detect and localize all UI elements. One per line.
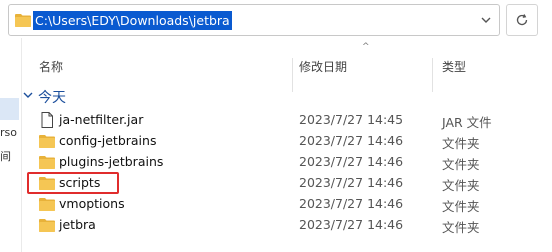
- file-row[interactable]: config-jetbrains 2023/7/27 14:46 文件夹: [22, 131, 552, 152]
- column-name[interactable]: 名称: [39, 58, 63, 75]
- highlight-box: [27, 172, 119, 194]
- file-date: 2023/7/27 14:46: [299, 133, 404, 148]
- file-type: 文件夹: [442, 136, 480, 151]
- address-path[interactable]: C:\Users\EDY\Downloads\jetbra: [33, 11, 232, 30]
- column-divider[interactable]: [292, 58, 293, 92]
- folder-icon: [15, 13, 31, 30]
- file-row[interactable]: jetbra 2023/7/27 14:46 文件夹: [22, 215, 552, 236]
- file-name[interactable]: ja-netfilter.jar: [59, 112, 143, 127]
- refresh-icon: [516, 14, 528, 26]
- file-name[interactable]: plugins-jetbrains: [59, 154, 163, 169]
- nav-item-fragment[interactable]: rso: [0, 126, 17, 139]
- folder-icon: [38, 154, 56, 170]
- file-date: 2023/7/27 14:46: [299, 217, 404, 232]
- file-type: 文件夹: [442, 157, 480, 172]
- column-type[interactable]: 类型: [442, 58, 466, 75]
- folder-icon: [38, 217, 56, 233]
- file-name[interactable]: jetbra: [59, 217, 96, 232]
- nav-selected-item[interactable]: [0, 98, 19, 120]
- chevron-down-icon[interactable]: [479, 13, 493, 27]
- folder-icon: [38, 133, 56, 149]
- address-bar[interactable]: C:\Users\EDY\Downloads\jetbra: [8, 4, 500, 36]
- navigation-pane[interactable]: rso 间: [0, 38, 22, 252]
- nav-item-fragment[interactable]: 间: [0, 148, 11, 164]
- file-date: 2023/7/27 14:45: [299, 112, 404, 127]
- file-row[interactable]: vmoptions 2023/7/27 14:46 文件夹: [22, 194, 552, 215]
- file-name[interactable]: vmoptions: [59, 196, 125, 211]
- file-type: JAR 文件: [442, 115, 492, 130]
- file-type: 文件夹: [442, 199, 480, 214]
- file-row[interactable]: ja-netfilter.jar 2023/7/27 14:45 JAR 文件: [22, 110, 552, 131]
- file-date: 2023/7/27 14:46: [299, 175, 404, 190]
- file-type: 文件夹: [442, 178, 480, 193]
- file-name[interactable]: config-jetbrains: [59, 133, 156, 148]
- file-row[interactable]: plugins-jetbrains 2023/7/27 14:46 文件夹: [22, 152, 552, 173]
- column-date[interactable]: 修改日期: [299, 58, 347, 75]
- chevron-down-icon[interactable]: [22, 89, 34, 104]
- file-date: 2023/7/27 14:46: [299, 154, 404, 169]
- file-icon: [38, 112, 56, 128]
- file-type: 文件夹: [442, 220, 480, 235]
- refresh-button[interactable]: [506, 4, 538, 36]
- column-divider[interactable]: [432, 58, 433, 92]
- sort-caret-icon: ^: [362, 42, 370, 52]
- file-date: 2023/7/27 14:46: [299, 196, 404, 211]
- column-header: ^ 名称 修改日期 类型: [22, 38, 552, 92]
- group-label: 今天: [38, 90, 66, 106]
- folder-icon: [38, 196, 56, 212]
